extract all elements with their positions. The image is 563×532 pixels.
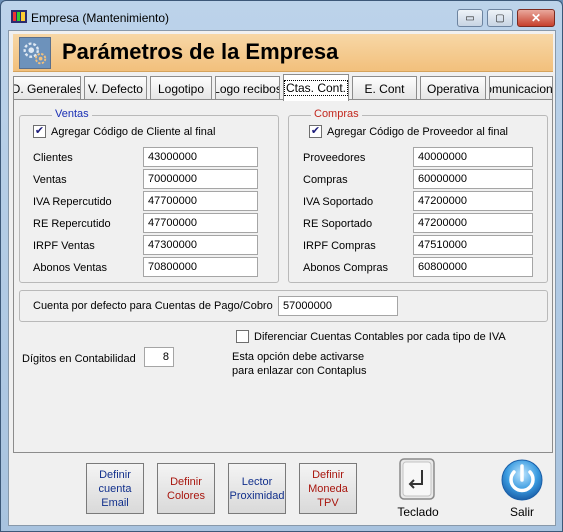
salir-button[interactable] [499, 456, 545, 502]
digitos-field[interactable] [144, 347, 174, 367]
abonos-compras-field[interactable] [413, 257, 533, 277]
checkbox-label: Diferenciar Cuentas Contables por cada t… [254, 330, 506, 343]
diferenciar-iva-checkbox[interactable]: Diferenciar Cuentas Contables por cada t… [236, 330, 506, 343]
tab-e-cont[interactable]: E. Cont [352, 76, 417, 100]
tab-strip: D. Generales V. Defecto Logotipo Logo re… [13, 74, 553, 101]
compras-group: Compras ✔ Agregar Código de Proveedor al… [288, 108, 548, 283]
window-title: Empresa (Mantenimiento) [31, 11, 170, 25]
footer-bar: Definir cuenta Email Definir Colores Lec… [13, 453, 553, 523]
tab-logotipo[interactable]: Logotipo [150, 76, 212, 100]
checkbox-label: Agregar Código de Proveedor al final [327, 125, 509, 138]
page-title: Parámetros de la Empresa [62, 39, 339, 64]
irpf-compras-field[interactable] [413, 235, 533, 255]
definir-moneda-button[interactable]: Definir Moneda TPV [299, 463, 357, 514]
clientes-field[interactable] [143, 147, 258, 167]
iva-repercutido-label: IVA Repercutido [33, 196, 112, 208]
irpf-ventas-label: IRPF Ventas [33, 240, 95, 252]
teclado-label: Teclado [397, 505, 439, 519]
irpf-ventas-field[interactable] [143, 235, 258, 255]
proveedores-label: Proveedores [303, 152, 366, 164]
settings-gears-icon [19, 37, 51, 69]
maximize-button[interactable]: ▢ [487, 9, 513, 27]
re-repercutido-field[interactable] [143, 213, 258, 233]
compras-field[interactable] [413, 169, 533, 189]
abonos-compras-label: Abonos Compras [303, 262, 388, 274]
definir-email-button[interactable]: Definir cuenta Email [86, 463, 144, 514]
header-banner: Parámetros de la Empresa [13, 34, 553, 72]
definir-colores-button[interactable]: Definir Colores [157, 463, 215, 514]
ventas-legend: Ventas [52, 108, 92, 120]
re-soportado-label: RE Soportado [303, 218, 373, 230]
iva-soportado-field[interactable] [413, 191, 533, 211]
checkbox-box[interactable]: ✔ [33, 125, 46, 138]
tab-label: Logotipo [157, 81, 205, 96]
note-line-2: para enlazar con Contaplus [232, 365, 367, 377]
compras-legend: Compras [311, 108, 362, 120]
app-icon [11, 10, 27, 23]
client-area: Parámetros de la Empresa D. Generales V.… [8, 30, 556, 526]
iva-repercutido-field[interactable] [143, 191, 258, 211]
note-line-1: Esta opción debe activarse [232, 351, 365, 363]
agregar-cliente-checkbox[interactable]: ✔ Agregar Código de Cliente al final [33, 125, 216, 138]
keyboard-enter-icon [399, 458, 435, 500]
ventas-group: Ventas ✔ Agregar Código de Cliente al fi… [19, 108, 279, 283]
tab-panel-ctas-cont: Ventas ✔ Agregar Código de Cliente al fi… [13, 99, 553, 453]
proveedores-field[interactable] [413, 147, 533, 167]
re-repercutido-label: RE Repercutido [33, 218, 111, 230]
iva-soportado-label: IVA Soportado [303, 196, 374, 208]
tab-label: E. Cont [364, 81, 405, 96]
minimize-button[interactable]: ▭ [457, 9, 483, 27]
close-button[interactable]: ✕ [517, 9, 555, 27]
tab-d-generales[interactable]: D. Generales [13, 76, 81, 100]
tab-v-defecto[interactable]: V. Defecto [84, 76, 147, 100]
tab-ctas-cont[interactable]: Ctas. Cont. [283, 74, 349, 101]
salir-label: Salir [509, 505, 534, 519]
agregar-proveedor-checkbox[interactable]: ✔ Agregar Código de Proveedor al final [309, 125, 508, 138]
irpf-compras-label: IRPF Compras [303, 240, 376, 252]
tab-label: D. Generales [13, 81, 81, 96]
teclado-button[interactable] [398, 457, 436, 501]
tab-logo-recibos[interactable]: Logo recibos [215, 76, 280, 100]
compras-label: Compras [303, 174, 348, 186]
ventas-field[interactable] [143, 169, 258, 189]
ventas-label: Ventas [33, 174, 67, 186]
abonos-ventas-label: Abonos Ventas [33, 262, 108, 274]
tab-operativa[interactable]: Operativa [420, 76, 486, 100]
abonos-ventas-field[interactable] [143, 257, 258, 277]
power-icon [501, 459, 543, 501]
contaplus-note: Esta opción debe activarse para enlazar … [232, 350, 367, 378]
pago-cobro-group: Cuenta por defecto para Cuentas de Pago/… [19, 290, 548, 322]
title-bar[interactable]: Empresa (Mantenimiento) ▭ ▢ ✕ [1, 1, 562, 31]
tab-label: Logo recibos [215, 81, 280, 96]
tab-label: V. Defecto [88, 81, 143, 96]
tab-comunicaciones[interactable]: Comunicaciones [489, 76, 553, 100]
lector-proximidad-button[interactable]: Lector Proximidad [228, 463, 286, 514]
checkbox-box[interactable] [236, 330, 249, 343]
tab-label: Ctas. Cont. [284, 80, 348, 96]
pago-cobro-label: Cuenta por defecto para Cuentas de Pago/… [33, 300, 273, 312]
re-soportado-field[interactable] [413, 213, 533, 233]
checkbox-label: Agregar Código de Cliente al final [51, 125, 216, 138]
window: Empresa (Mantenimiento) ▭ ▢ ✕ Parámetros… [0, 0, 563, 532]
pago-cobro-field[interactable] [278, 296, 398, 316]
digitos-label: Dígitos en Contabilidad [22, 353, 136, 365]
tab-label: Comunicaciones [490, 81, 553, 96]
checkbox-box[interactable]: ✔ [309, 125, 322, 138]
clientes-label: Clientes [33, 152, 73, 164]
tab-label: Operativa [426, 81, 480, 96]
